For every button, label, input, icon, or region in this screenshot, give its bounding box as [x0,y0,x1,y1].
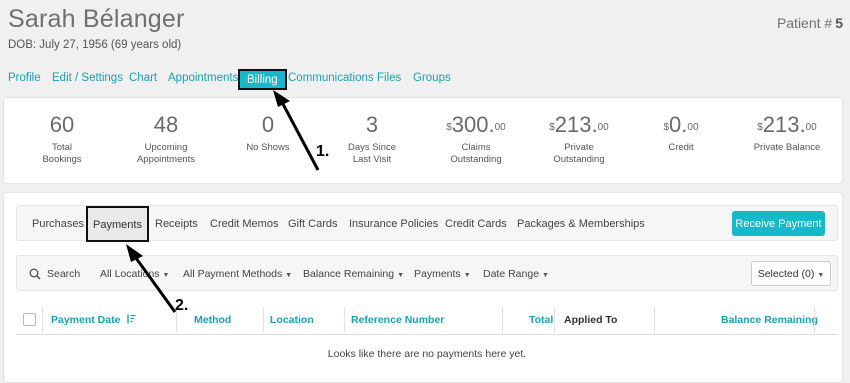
patient-name: Sarah Bélanger [8,5,185,33]
receive-payment-button[interactable]: Receive Payment [732,211,825,236]
caret-down-icon: ▼ [542,272,549,279]
stat-no-shows: 0 No Shows [213,112,323,154]
patient-header: Sarah Bélanger DOB: July 27, 1956 (69 ye… [0,0,850,96]
billing-stats: 60 Total Bookings 48 Upcoming Appointments… [3,97,843,184]
billing-tabs: Purchases Payments Receipts Credit Memos… [16,205,838,242]
nav-communications[interactable]: Communications [288,72,374,84]
empty-table-message: Looks like there are no payments here ye… [327,348,527,360]
stat-value: 60 [49,112,75,137]
stat-value: $300.00 [446,112,506,137]
sort-icon[interactable] [126,314,136,324]
stat-value: $213.00 [549,112,609,137]
stat-value: 48 [153,112,179,137]
stat-label: Days Since Last Visit [347,142,397,165]
patient-dob: DOB: July 27, 1956 (69 years old) [8,39,182,51]
filter-all-payment-methods[interactable]: All Payment Methods ▼ [183,268,292,280]
col-balance-remaining[interactable]: Balance Remaining [721,314,818,326]
stat-upcoming-appointments: 48 Upcoming Appointments [111,112,221,166]
column-divider [42,307,43,333]
tab-packages-memberships[interactable]: Packages & Memberships [517,218,645,230]
stat-total-bookings: 60 Total Bookings [7,112,117,166]
stat-claims-outstanding: $300.00 Claims Outstanding [421,112,531,166]
stat-credit: $0.00 Credit [626,112,736,154]
select-all-checkbox[interactable] [23,313,36,326]
stat-value: $213.00 [757,112,817,137]
search-label[interactable]: Search [47,268,80,280]
stat-label: Claims Outstanding [450,142,502,165]
stat-label: Upcoming Appointments [136,142,196,165]
annotation-step-1: 1. [316,143,330,160]
annotation-step-2: 2. [175,297,189,314]
col-reference-number[interactable]: Reference Number [351,314,444,326]
stat-private-balance: $213.00 Private Balance [732,112,842,154]
filter-balance-remaining[interactable]: Balance Remaining ▼ [303,268,404,280]
col-total[interactable]: Total [529,314,553,326]
tab-gift-cards[interactable]: Gift Cards [288,218,338,230]
payments-table-header: Payment Date Method Location Reference N… [16,305,838,335]
stat-label: Credit [668,142,694,153]
col-applied-to: Applied To [564,314,618,326]
stat-label: No Shows [246,142,290,153]
nav-files[interactable]: Files [377,72,401,84]
selected-dropdown[interactable]: Selected (0) ▼ [751,261,831,286]
stat-private-outstanding: $213.00 Private Outstanding [524,112,634,166]
stat-value: 3 [365,112,379,137]
caret-down-icon: ▼ [817,271,825,279]
nav-profile[interactable]: Profile [8,72,41,84]
payment-filters: Search All Locations ▼ All Payment Method… [16,255,838,291]
stat-label: Private Outstanding [553,142,605,165]
filter-date-range[interactable]: Date Range ▼ [483,268,549,280]
stat-days-since-last-visit: 3 Days Since Last Visit [317,112,427,166]
column-divider [502,307,503,333]
column-divider [814,307,815,333]
column-divider [344,307,345,333]
col-method[interactable]: Method [194,314,231,326]
stat-label: Private Balance [753,142,821,153]
column-divider [654,307,655,333]
stat-value: 0 [261,112,275,137]
search-icon[interactable] [29,267,41,285]
caret-down-icon: ▼ [162,272,170,279]
nav-chart[interactable]: Chart [129,72,157,84]
nav-edit-settings[interactable]: Edit / Settings [52,72,123,84]
nav-billing[interactable]: Billing [238,69,287,90]
stat-label: Total Bookings [42,142,82,165]
caret-down-icon: ▼ [285,272,293,279]
tab-insurance-policies[interactable]: Insurance Policies [349,218,438,230]
patient-number-label: Patient # [776,15,833,31]
column-divider [554,307,555,333]
caret-down-icon: ▼ [397,272,404,279]
tab-credit-cards[interactable]: Credit Cards [445,218,507,230]
column-divider [263,307,264,333]
tab-payments[interactable]: Payments [86,206,149,242]
patient-nav: Profile Edit / Settings Chart Appointmen… [0,69,850,90]
col-payment-date[interactable]: Payment Date [51,314,136,326]
patient-number-value: 5 [835,15,843,31]
patient-number: Patient #5 [777,15,843,31]
tab-purchases[interactable]: Purchases [32,218,84,230]
filter-all-locations[interactable]: All Locations ▼ [100,268,169,280]
tab-credit-memos[interactable]: Credit Memos [210,218,278,230]
filter-payments[interactable]: Payments ▼ [414,268,471,280]
caret-down-icon: ▼ [463,272,471,279]
col-location[interactable]: Location [270,314,314,326]
billing-panel: Purchases Payments Receipts Credit Memos… [3,192,843,383]
nav-appointments[interactable]: Appointments [168,72,238,84]
tab-receipts[interactable]: Receipts [155,218,198,230]
nav-groups[interactable]: Groups [413,72,451,84]
stat-value: $0.00 [663,112,699,137]
